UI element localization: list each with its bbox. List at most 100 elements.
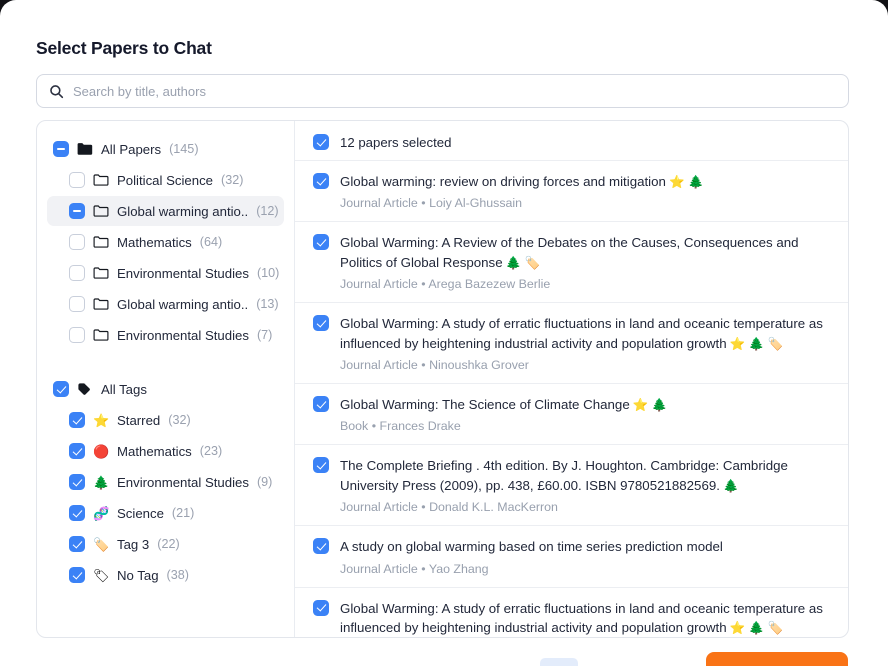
- paper-checkbox[interactable]: [313, 538, 329, 555]
- paper-body: Global Warming: The Science of Climate C…: [340, 395, 824, 433]
- paper-type: Journal Article: [340, 277, 418, 292]
- sidebar-item-tag-science[interactable]: 🧬 Science (21): [47, 498, 284, 528]
- folder-icon: [93, 204, 109, 218]
- paper-checkbox[interactable]: [313, 315, 329, 332]
- sidebar-item-label: All Papers: [101, 141, 162, 157]
- sidebar-item-label: Starred: [117, 412, 161, 428]
- paper-type: Book: [340, 419, 369, 434]
- meta-separator: •: [421, 561, 426, 576]
- folder-checkbox[interactable]: [69, 172, 85, 188]
- sidebar-item-count: (64): [199, 235, 223, 249]
- select-papers-dialog: Select Papers to Chat All Papers (145): [0, 0, 888, 666]
- paper-title: Global Warming: A study of erratic fluct…: [340, 314, 824, 353]
- sidebar-item-all-papers[interactable]: All Papers (145): [47, 134, 284, 164]
- sidebar-item-no-tag[interactable]: 🏷 No Tag (38): [47, 560, 284, 590]
- paper-author: Arega Bazezew Berlie: [428, 277, 551, 292]
- paper-meta: Journal Article • Yao Zhang: [340, 562, 824, 576]
- folder-checkbox[interactable]: [69, 234, 85, 250]
- tag-checkbox[interactable]: [69, 412, 85, 428]
- sidebar-item-tag-environmental-studies[interactable]: 🌲 Environmental Studies (9): [47, 467, 284, 497]
- paper-author: Donald K.L. MacKerron: [429, 500, 558, 515]
- sidebar-item-label: All Tags: [101, 381, 147, 397]
- sidebar-item-label: Global warming antio..: [117, 296, 249, 312]
- folder-checkbox[interactable]: [69, 265, 85, 281]
- sidebar-item-mathematics[interactable]: Mathematics (64): [47, 227, 284, 257]
- paper-checkbox[interactable]: [313, 234, 329, 251]
- tag-checkbox[interactable]: [69, 505, 85, 521]
- sidebar-item-environmental-studies-7[interactable]: Environmental Studies (7): [47, 320, 284, 350]
- list-item[interactable]: Global warming: review on driving forces…: [295, 160, 848, 221]
- list-item[interactable]: Global Warming: A study of erratic fluct…: [295, 586, 848, 637]
- list-item[interactable]: A study on global warming based on time …: [295, 525, 848, 586]
- paper-title-text: Global warming: review on driving forces…: [340, 174, 666, 189]
- list-item[interactable]: Global Warming: The Science of Climate C…: [295, 383, 848, 444]
- sidebar-item-global-warming-antio-13[interactable]: Global warming antio.. (13): [47, 289, 284, 319]
- paper-title: The Complete Briefing . 4th edition. By …: [340, 456, 824, 495]
- sidebar-item-label: Global warming antio..: [117, 203, 249, 219]
- paper-type: Journal Article: [340, 196, 418, 211]
- sidebar-item-count: (12): [256, 204, 279, 218]
- sidebar-item-tag-3[interactable]: 🏷️ Tag 3 (22): [47, 529, 284, 559]
- select-all-row[interactable]: 12 papers selected: [295, 121, 848, 160]
- sidebar[interactable]: All Papers (145) Political Science (32): [37, 121, 295, 637]
- list-item[interactable]: Global Warming: A study of erratic fluct…: [295, 302, 848, 383]
- paper-list[interactable]: 12 papers selected Global warming: revie…: [295, 121, 848, 637]
- paper-checkbox[interactable]: [313, 173, 329, 189]
- sidebar-item-count: (21): [171, 506, 195, 520]
- paper-title: Global Warming: A study of erratic fluct…: [340, 599, 824, 637]
- list-item[interactable]: Global Warming: A Review of the Debates …: [295, 221, 848, 302]
- sidebar-item-environmental-studies-10[interactable]: Environmental Studies (10): [47, 258, 284, 288]
- meta-separator: •: [421, 277, 426, 292]
- sidebar-item-global-warming-antio-12[interactable]: Global warming antio.. (12): [47, 196, 284, 226]
- paper-body: Global Warming: A study of erratic fluct…: [340, 314, 824, 372]
- dna-icon: 🧬: [93, 505, 110, 521]
- footer-secondary-element[interactable]: [540, 658, 578, 666]
- sidebar-item-label: Tag 3: [117, 536, 150, 552]
- tag-checkbox[interactable]: [69, 443, 85, 459]
- paper-checkbox[interactable]: [313, 599, 329, 616]
- tag-checkbox[interactable]: [69, 474, 85, 490]
- search-icon: [49, 84, 64, 99]
- all-tags-checkbox[interactable]: [53, 381, 69, 397]
- sidebar-item-count: (38): [166, 568, 189, 582]
- tag-checkbox[interactable]: [69, 567, 85, 583]
- selected-count-label: 12 papers selected: [340, 134, 452, 150]
- list-item[interactable]: The Complete Briefing . 4th edition. By …: [295, 444, 848, 525]
- sidebar-item-count: (145): [169, 142, 199, 156]
- sidebar-item-all-tags[interactable]: All Tags: [47, 374, 284, 404]
- paper-checkbox[interactable]: [313, 457, 329, 474]
- confirm-button[interactable]: [706, 652, 848, 666]
- sidebar-item-count: (13): [256, 297, 279, 311]
- sidebar-item-count: (9): [256, 475, 273, 489]
- meta-separator: •: [421, 500, 426, 515]
- search-input[interactable]: [73, 75, 836, 107]
- sidebar-item-tag-starred[interactable]: ⭐ Starred (32): [47, 405, 284, 435]
- star-icon: ⭐: [93, 412, 110, 428]
- sidebar-item-count: (7): [256, 328, 273, 342]
- paper-author: Frances Drake: [379, 419, 461, 434]
- sidebar-item-count: (23): [199, 444, 223, 458]
- paper-meta: Journal Article • Loiy Al-Ghussain: [340, 196, 824, 210]
- paper-type: Journal Article: [340, 561, 418, 576]
- paper-title-text: The Complete Briefing . 4th edition. By …: [340, 458, 788, 493]
- paper-tag-emojis: ⭐ 🌲: [632, 398, 668, 413]
- all-papers-checkbox[interactable]: [53, 141, 69, 157]
- paper-author: Loiy Al-Ghussain: [429, 196, 523, 211]
- sidebar-item-label: No Tag: [117, 567, 159, 583]
- select-all-checkbox[interactable]: [313, 134, 329, 150]
- sidebar-item-tag-mathematics[interactable]: 🔴 Mathematics (23): [47, 436, 284, 466]
- page-title: Select Papers to Chat: [36, 38, 212, 58]
- tag-checkbox[interactable]: [69, 536, 85, 552]
- sidebar-item-political-science[interactable]: Political Science (32): [47, 165, 284, 195]
- folder-checkbox[interactable]: [69, 203, 85, 219]
- meta-separator: •: [421, 196, 426, 211]
- paper-author: Ninoushka Grover: [429, 358, 529, 373]
- folder-checkbox[interactable]: [69, 296, 85, 312]
- folder-checkbox[interactable]: [69, 327, 85, 343]
- paper-type: Journal Article: [340, 358, 418, 373]
- search-box[interactable]: [36, 74, 849, 108]
- paper-tag-emojis: 🌲 🏷️: [505, 255, 541, 270]
- folder-icon: [93, 266, 109, 280]
- paper-checkbox[interactable]: [313, 396, 329, 413]
- tag-filled-icon: [77, 382, 93, 396]
